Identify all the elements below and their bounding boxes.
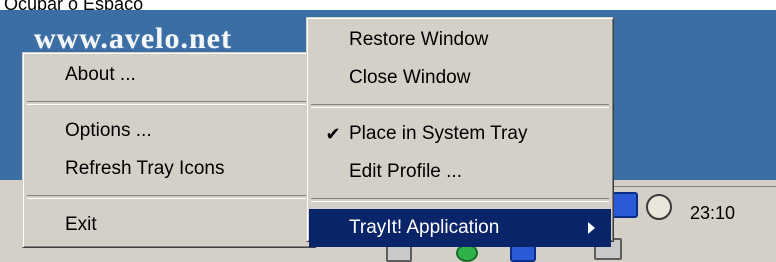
submenu-arrow-icon bbox=[588, 222, 595, 234]
menu-item-place-in-system-tray[interactable]: ✔ Place in System Tray bbox=[309, 115, 611, 153]
menu-item-label: About ... bbox=[65, 64, 136, 85]
menu-item-options[interactable]: Options ... bbox=[25, 112, 313, 150]
menu-item-label: Options ... bbox=[65, 120, 152, 141]
background-window-text: Ocupar o Espaço bbox=[4, 0, 144, 10]
menu-item-restore-window[interactable]: Restore Window bbox=[309, 21, 611, 59]
menu-item-edit-profile[interactable]: Edit Profile ... bbox=[309, 153, 611, 191]
menu-item-label: Refresh Tray Icons bbox=[65, 158, 225, 179]
menu-item-exit[interactable]: Exit bbox=[25, 206, 313, 244]
blue-app-icon[interactable] bbox=[612, 192, 638, 218]
menu-item-label: Place in System Tray bbox=[349, 123, 528, 144]
menu-separator bbox=[27, 195, 311, 199]
menu-item-about[interactable]: About ... bbox=[25, 56, 313, 94]
checkmark-icon: ✔ bbox=[325, 124, 341, 144]
speaker-icon[interactable] bbox=[646, 194, 672, 220]
menu-item-label: Exit bbox=[65, 214, 97, 235]
menu-item-label: TrayIt! Application bbox=[349, 217, 500, 238]
trayit-submenu: Restore Window Close Window ✔ Place in S… bbox=[306, 17, 614, 247]
menu-separator bbox=[311, 198, 609, 202]
menu-separator bbox=[311, 104, 609, 108]
menu-item-trayit-application[interactable]: TrayIt! Application bbox=[309, 209, 611, 247]
menu-separator bbox=[27, 101, 311, 105]
tray-context-menu: About ... Options ... Refresh Tray Icons… bbox=[22, 52, 316, 248]
menu-item-close-window[interactable]: Close Window bbox=[309, 59, 611, 97]
taskbar-clock[interactable]: 23:10 bbox=[690, 202, 735, 224]
menu-item-label: Edit Profile ... bbox=[349, 161, 462, 182]
menu-item-label: Close Window bbox=[349, 67, 471, 88]
menu-item-refresh-tray-icons[interactable]: Refresh Tray Icons bbox=[25, 150, 313, 188]
menu-item-label: Restore Window bbox=[349, 29, 489, 50]
